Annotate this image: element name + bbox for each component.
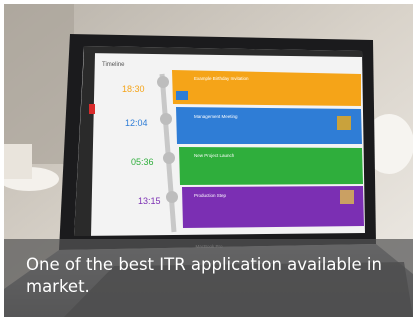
timeline-time: 18:30 [122, 84, 145, 94]
caption-band: One of the best ITR application availabl… [4, 239, 413, 317]
event-title: New Project Launch [194, 153, 235, 158]
event-title: Management Meeting [194, 114, 238, 119]
cup [4, 144, 32, 179]
timeline-node [160, 113, 172, 125]
event-title: Production Step [194, 193, 227, 198]
promo-image: Timeline 18:30 12:04 05:36 13:15 Example… [4, 4, 413, 317]
timeline-time: 05:36 [131, 157, 154, 167]
sidebar-active-marker [89, 104, 95, 114]
screen-app-title: Timeline [102, 62, 125, 68]
event-title: Example Birthday Invitation [194, 76, 249, 81]
timeline-node [163, 152, 175, 164]
timeline-node [157, 76, 169, 88]
event-thumbnail [337, 116, 351, 130]
event-thumbnail [176, 91, 188, 100]
event-card [176, 107, 362, 144]
timeline-time: 13:15 [138, 196, 161, 206]
event-thumbnail [340, 190, 354, 204]
timeline-node [166, 191, 178, 203]
background-shelf [4, 4, 74, 164]
timeline-time: 12:04 [125, 118, 148, 128]
caption-text: One of the best ITR application availabl… [26, 255, 382, 296]
